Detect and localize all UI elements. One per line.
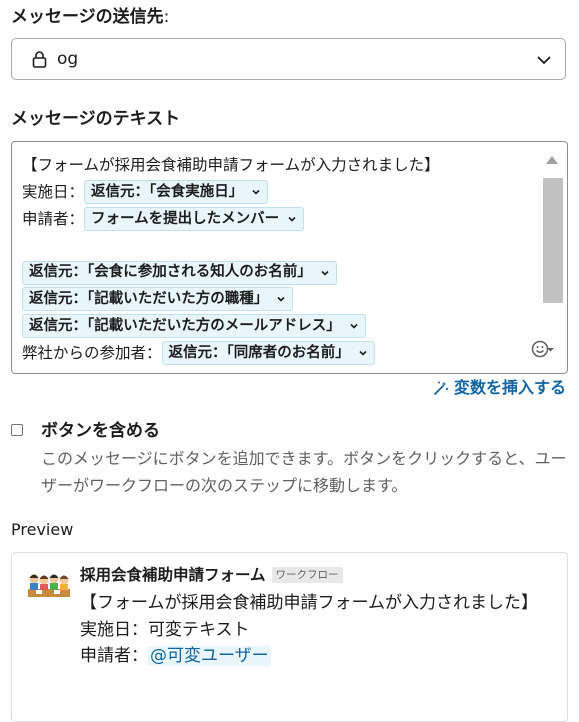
chevron-down-icon (350, 324, 358, 329)
include-button-label: ボタンを含める (41, 421, 160, 441)
preview-message: 【フォームが採用会食補助申請フォームが入力されました】 実施日：可変テキスト 申… (80, 590, 550, 670)
preview-line: 実施日：可変テキスト (80, 619, 250, 640)
preview-line: 【フォームが採用会食補助申請フォームが入力されました】 (80, 593, 538, 613)
variable-pill[interactable]: 返信元：「記載いただいた方のメールアドレス」 (22, 314, 366, 339)
user-mention[interactable]: @可変ユーザー (148, 646, 271, 666)
variable-pill[interactable]: フォームを提出したメンバー (84, 206, 305, 231)
message-line: 返信元：「会食に参加される知人のお名前」 (22, 259, 538, 286)
preview-line: 申請者： @可変ユーザー (80, 646, 271, 666)
chevron-down-icon (359, 350, 367, 356)
chevron-down-icon (288, 216, 296, 222)
chevron-down-icon[interactable] (535, 51, 553, 69)
chevron-down-icon (277, 297, 285, 303)
editor-scrollbar[interactable] (541, 152, 563, 352)
emoji-icon[interactable] (531, 338, 555, 360)
magic-wand-icon (434, 381, 449, 395)
variable-pill[interactable]: 返信元：「会食に参加される知人のお名前」 (22, 260, 337, 285)
preview-card: 採用会食補助申請フォーム ワークフロー 【フォームが採用会食補助申請フォームが入… (11, 552, 568, 722)
preview-label: Preview (11, 520, 74, 539)
message-line: 返信元：「記載いただいた方の職種」 (22, 286, 538, 313)
chevron-down-icon (252, 190, 260, 195)
lock-icon (30, 49, 48, 69)
chevron-down-icon (321, 270, 329, 276)
workflow-avatar-icon (26, 569, 72, 603)
preview-sender: 採用会食補助申請フォーム ワークフロー (80, 563, 343, 587)
message-line: 申請者： フォームを提出したメンバー (22, 206, 538, 233)
recipient-select[interactable]: og (11, 38, 566, 80)
scroll-up-arrow-icon[interactable] (546, 156, 558, 164)
message-line: 実施日： 返信元：「会食実施日」 (22, 179, 538, 206)
recipient-label: メッセージの送信先: (11, 7, 170, 27)
insert-variable-link[interactable]: 変数を挿入する (433, 377, 566, 399)
include-button-description: このメッセージにボタンを追加できます。ボタンをクリックすると、ユーザーがワークフ… (41, 449, 567, 495)
variable-pill[interactable]: 返信元：「会食実施日」 (84, 180, 269, 205)
message-line: 【フォームが採用会食補助申請フォームが入力されました】 (22, 156, 440, 174)
recipient-value: og (57, 49, 79, 69)
variable-pill[interactable]: 返信元：「同席者のお名前」 (161, 340, 375, 365)
scroll-thumb[interactable] (543, 178, 563, 303)
message-line: 弊社からの参加者： 返信元：「同席者のお名前」 (22, 340, 538, 367)
message-line-empty (22, 232, 538, 259)
workflow-badge: ワークフロー (271, 567, 343, 583)
message-label: メッセージのテキスト (11, 109, 181, 129)
include-button-checkbox[interactable] (11, 424, 23, 436)
variable-pill[interactable]: 返信元：「記載いただいた方の職種」 (22, 287, 294, 312)
message-editor[interactable]: 【フォームが採用会食補助申請フォームが入力されました】 実施日： 返信元：「会食… (11, 141, 568, 374)
message-line: 返信元：「記載いただいた方のメールアドレス」 (22, 313, 538, 340)
